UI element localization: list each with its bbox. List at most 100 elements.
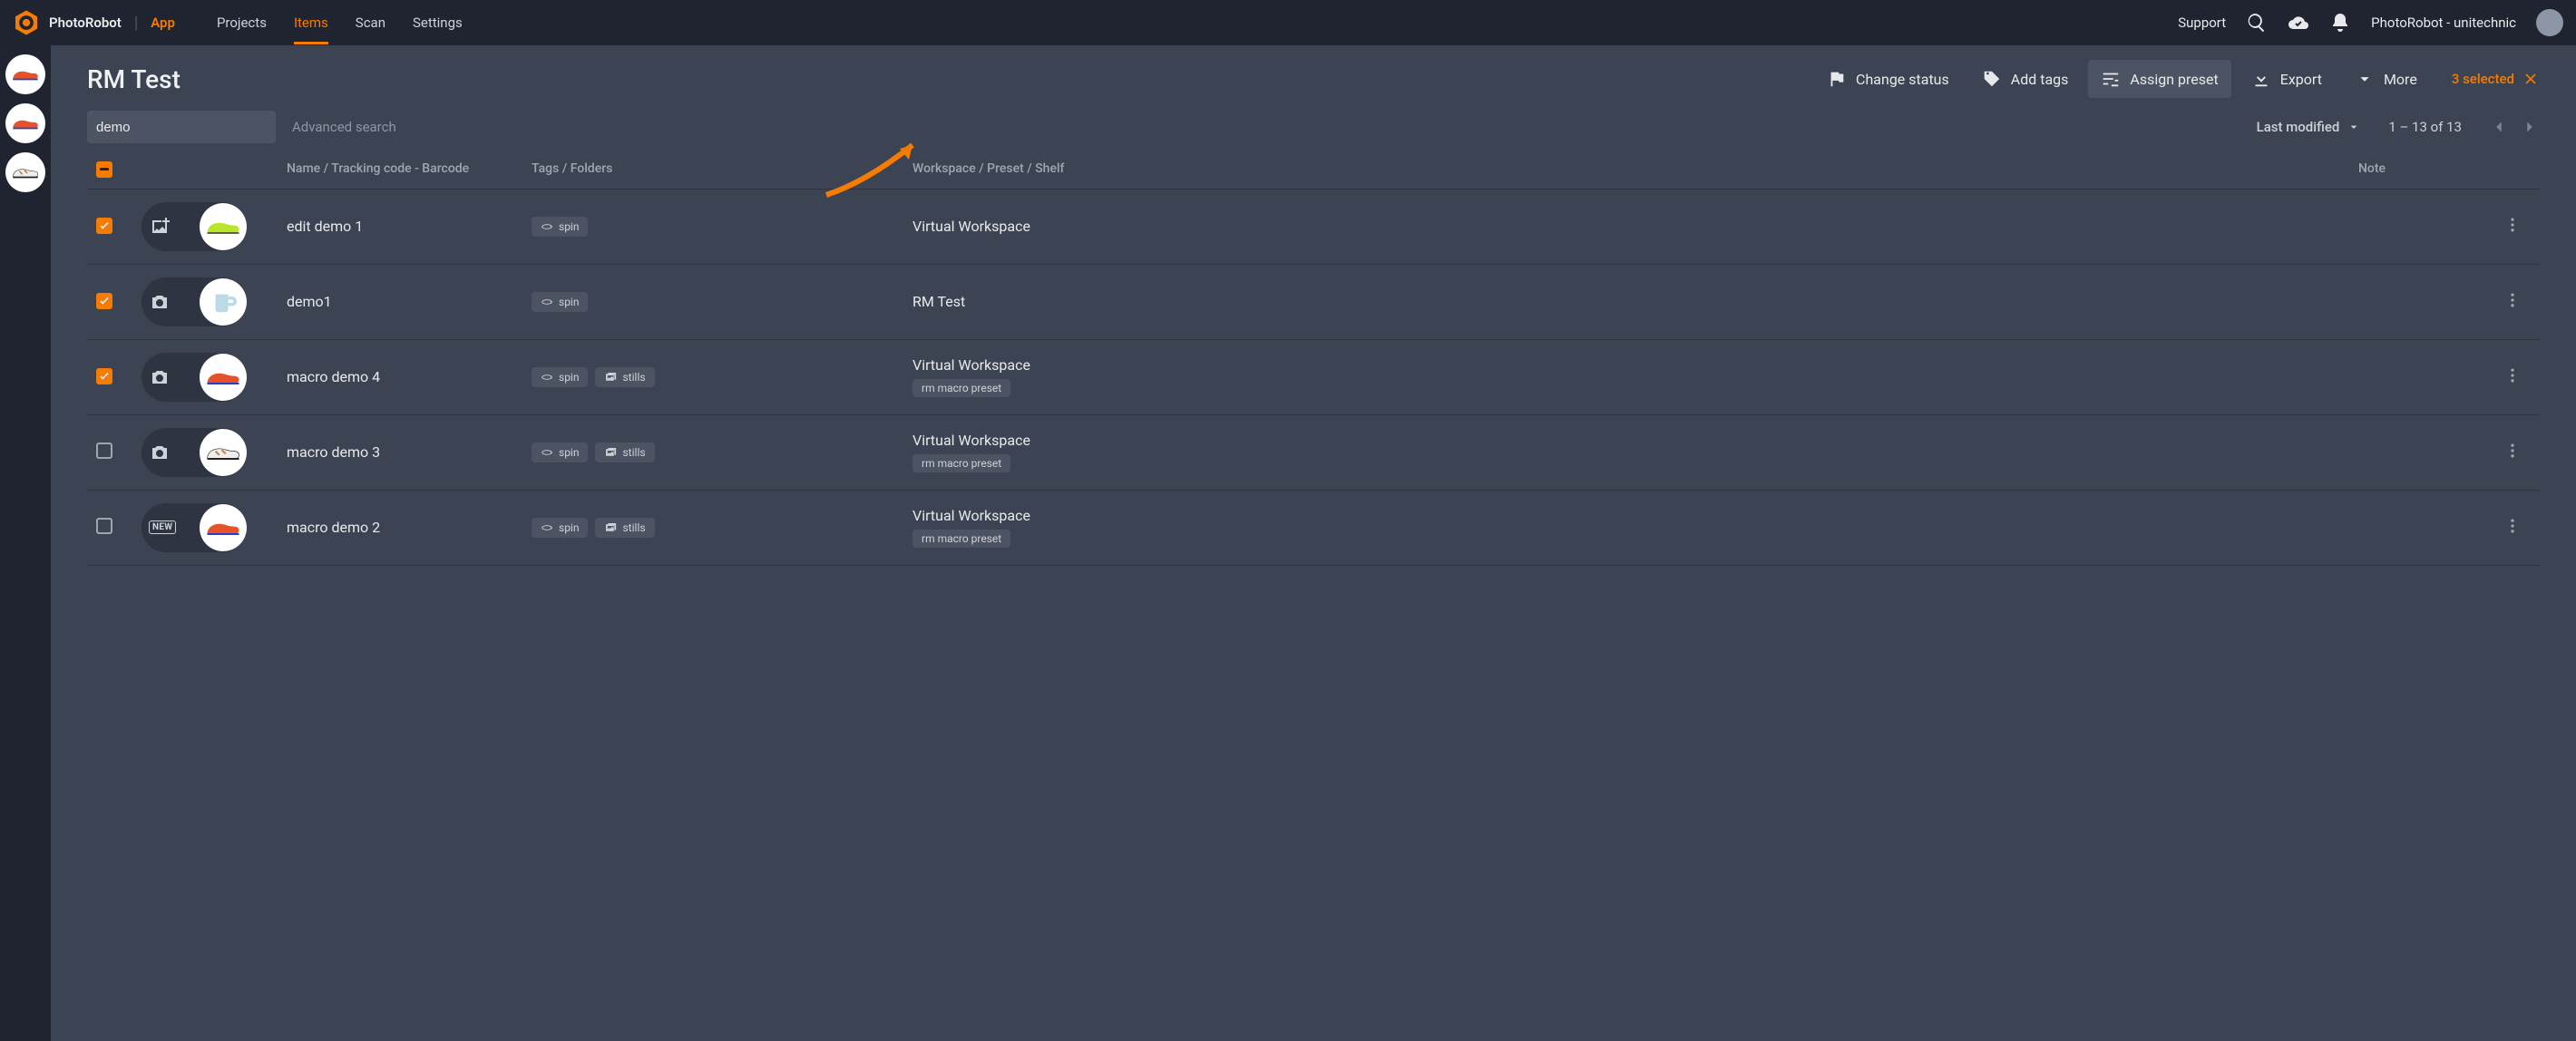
sort-label: Last modified — [2257, 119, 2340, 135]
spin-icon — [541, 446, 553, 459]
more-button[interactable]: More — [2342, 60, 2430, 98]
item-thumb[interactable] — [141, 277, 247, 326]
rail-thumb[interactable] — [5, 54, 45, 94]
stills-tag[interactable]: stills — [595, 518, 654, 538]
col-note[interactable]: Note — [2349, 152, 2494, 189]
username[interactable]: PhotoRobot - unitechnic — [2371, 15, 2516, 31]
row-menu-icon[interactable] — [2503, 366, 2522, 384]
change-status-button[interactable]: Change status — [1814, 60, 1962, 98]
spin-tag[interactable]: spin — [532, 518, 588, 538]
export-label: Export — [2280, 71, 2322, 88]
workspace-name: RM Test — [912, 293, 965, 310]
search-box[interactable] — [87, 111, 276, 143]
main-content: RM Test Change status Add tags Assign pr… — [51, 45, 2576, 1041]
change-status-label: Change status — [1856, 71, 1949, 88]
spin-icon — [541, 521, 553, 534]
camera-icon — [149, 366, 171, 388]
chevron-down-icon — [2355, 69, 2375, 89]
col-name[interactable]: Name / Tracking code - Barcode — [278, 152, 522, 189]
table-row[interactable]: edit demo 1 spin Virtual Workspace — [87, 189, 2540, 264]
add-tags-label: Add tags — [2011, 71, 2069, 88]
export-button[interactable]: Export — [2239, 60, 2335, 98]
row-checkbox[interactable] — [96, 368, 112, 384]
row-checkbox[interactable] — [96, 293, 112, 309]
row-menu-icon[interactable] — [2503, 216, 2522, 234]
spin-icon — [541, 296, 553, 308]
cloud-sync-icon[interactable] — [2288, 12, 2309, 34]
nav-items[interactable]: Items — [294, 2, 328, 44]
spin-icon — [541, 371, 553, 384]
logo-icon — [13, 9, 40, 36]
workspace-name: Virtual Workspace — [912, 218, 1030, 235]
search-icon[interactable] — [2246, 12, 2268, 34]
spin-tag[interactable]: spin — [532, 217, 588, 237]
top-nav: PhotoRobot | App Projects Items Scan Set… — [0, 0, 2576, 45]
item-thumb[interactable] — [141, 353, 247, 402]
stills-icon — [604, 371, 617, 384]
rail-thumb[interactable] — [5, 103, 45, 143]
advanced-search-link[interactable]: Advanced search — [292, 119, 396, 135]
rail-thumb[interactable] — [5, 152, 45, 192]
nav-settings[interactable]: Settings — [413, 2, 463, 44]
item-thumb[interactable]: NEW — [141, 503, 247, 552]
row-checkbox[interactable] — [96, 443, 112, 459]
more-label: More — [2384, 71, 2417, 88]
stills-icon — [604, 446, 617, 459]
row-checkbox[interactable] — [96, 218, 112, 234]
table-row[interactable]: macro demo 4spinstillsVirtual Workspacer… — [87, 339, 2540, 414]
add-tags-button[interactable]: Add tags — [1969, 60, 2082, 98]
item-thumb[interactable] — [141, 202, 247, 251]
app-label: App — [151, 15, 175, 31]
table-row[interactable]: macro demo 3 spin stills Virtual Workspace r… — [87, 414, 2540, 490]
item-name: demo1 — [287, 293, 332, 310]
stills-tag[interactable]: stills — [595, 443, 654, 462]
page-prev-icon[interactable] — [2489, 117, 2509, 137]
item-thumb[interactable] — [141, 428, 247, 477]
col-tags[interactable]: Tags / Folders — [522, 152, 903, 189]
row-checkbox[interactable] — [96, 518, 112, 534]
avatar[interactable] — [2536, 9, 2563, 36]
row-menu-icon[interactable] — [2503, 517, 2522, 535]
assign-preset-button[interactable]: Assign preset — [2088, 60, 2230, 98]
brand-separator: | — [134, 14, 138, 33]
top-right: Support PhotoRobot - unitechnic — [2178, 9, 2563, 36]
item-name: macro demo 3 — [287, 443, 380, 461]
preset-chip[interactable]: rm macro preset — [912, 530, 1010, 548]
spin-icon — [541, 220, 553, 233]
new-badge: NEW — [149, 520, 176, 534]
item-name: edit demo 1 — [287, 218, 363, 235]
stills-tag[interactable]: stills — [595, 367, 654, 387]
preset-chip[interactable]: rm macro preset — [912, 379, 1010, 397]
support-link[interactable]: Support — [2178, 15, 2226, 31]
nav-scan[interactable]: Scan — [356, 2, 385, 44]
row-menu-icon[interactable] — [2503, 291, 2522, 309]
page-next-icon[interactable] — [2520, 117, 2540, 137]
item-name: macro demo 2 — [287, 519, 380, 536]
col-workspace[interactable]: Workspace / Preset / Shelf — [903, 152, 2349, 189]
row-menu-icon[interactable] — [2503, 442, 2522, 460]
tune-icon — [2101, 69, 2121, 89]
table-row[interactable]: NEW macro demo 2 spin stills Virtual Workspa… — [87, 490, 2540, 565]
assign-preset-label: Assign preset — [2130, 71, 2218, 88]
table-row[interactable]: demo1 spin RM Test — [87, 264, 2540, 339]
preset-chip[interactable]: rm macro preset — [912, 454, 1010, 472]
select-all-checkbox[interactable] — [96, 161, 112, 178]
spin-tag[interactable]: spin — [532, 367, 588, 387]
selected-count-label: 3 selected — [2452, 71, 2514, 87]
download-icon — [2251, 69, 2271, 89]
notifications-icon[interactable] — [2329, 12, 2351, 34]
items-table: Name / Tracking code - Barcode Tags / Fo… — [87, 152, 2540, 566]
spin-tag[interactable]: spin — [532, 443, 588, 462]
clear-selection-icon[interactable] — [2522, 70, 2540, 88]
logo-cluster[interactable]: PhotoRobot | App — [13, 9, 175, 36]
page-title: RM Test — [87, 64, 181, 94]
spin-tag[interactable]: spin — [532, 292, 588, 312]
workspace-name: Virtual Workspace — [912, 507, 1030, 524]
workspace-name: Virtual Workspace — [912, 432, 1030, 449]
selected-count[interactable]: 3 selected — [2452, 70, 2540, 88]
page-range: 1 – 13 of 13 — [2388, 119, 2462, 135]
nav-projects[interactable]: Projects — [217, 2, 267, 44]
sort-button[interactable]: Last modified — [2257, 119, 2362, 135]
stills-icon — [604, 521, 617, 534]
search-input[interactable] — [96, 120, 277, 135]
